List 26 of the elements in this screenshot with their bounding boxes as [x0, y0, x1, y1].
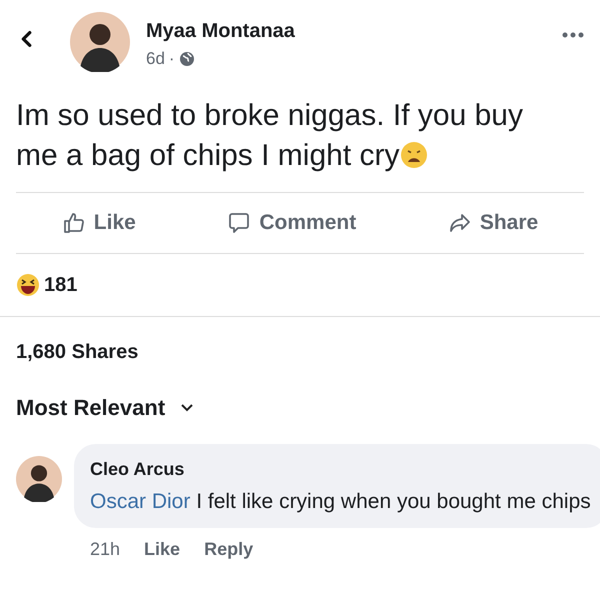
mention-link[interactable]: Oscar Dior [90, 490, 190, 513]
chevron-down-icon [181, 404, 194, 412]
shares-count[interactable]: 1,680 Shares [16, 341, 138, 363]
like-action[interactable]: Like [62, 207, 136, 239]
more-icon[interactable] [562, 32, 584, 38]
author-name[interactable]: Myaa Montanaa [146, 16, 295, 46]
speech-bubble-icon [227, 211, 252, 235]
comment-action[interactable]: Like [144, 536, 180, 563]
comment-action[interactable]: Reply [204, 536, 254, 563]
post-text: Im so used to broke niggas. If you buy me a bag of chips I might cry [15, 98, 524, 174]
separator: · [168, 48, 175, 70]
post-time: 6d [146, 48, 165, 70]
globe-icon [178, 50, 195, 67]
comment-text: Oscar Dior I felt like crying when you bought me chips [90, 489, 592, 515]
laughing-face-icon [16, 273, 40, 297]
avatar[interactable] [70, 12, 130, 72]
weary-face-icon [400, 141, 428, 169]
commenter-avatar[interactable] [16, 456, 62, 502]
comment-time: 21h [90, 538, 120, 561]
thumbs-up-icon [62, 211, 86, 235]
share-action[interactable]: Share [448, 207, 538, 239]
comment-action[interactable]: Comment [227, 207, 356, 239]
commenter-name[interactable]: Cleo Arcus [90, 456, 592, 483]
sort-dropdown[interactable]: Most Relevant [0, 391, 210, 424]
reaction-count[interactable]: 181 [44, 270, 78, 300]
share-arrow-icon [448, 211, 472, 235]
